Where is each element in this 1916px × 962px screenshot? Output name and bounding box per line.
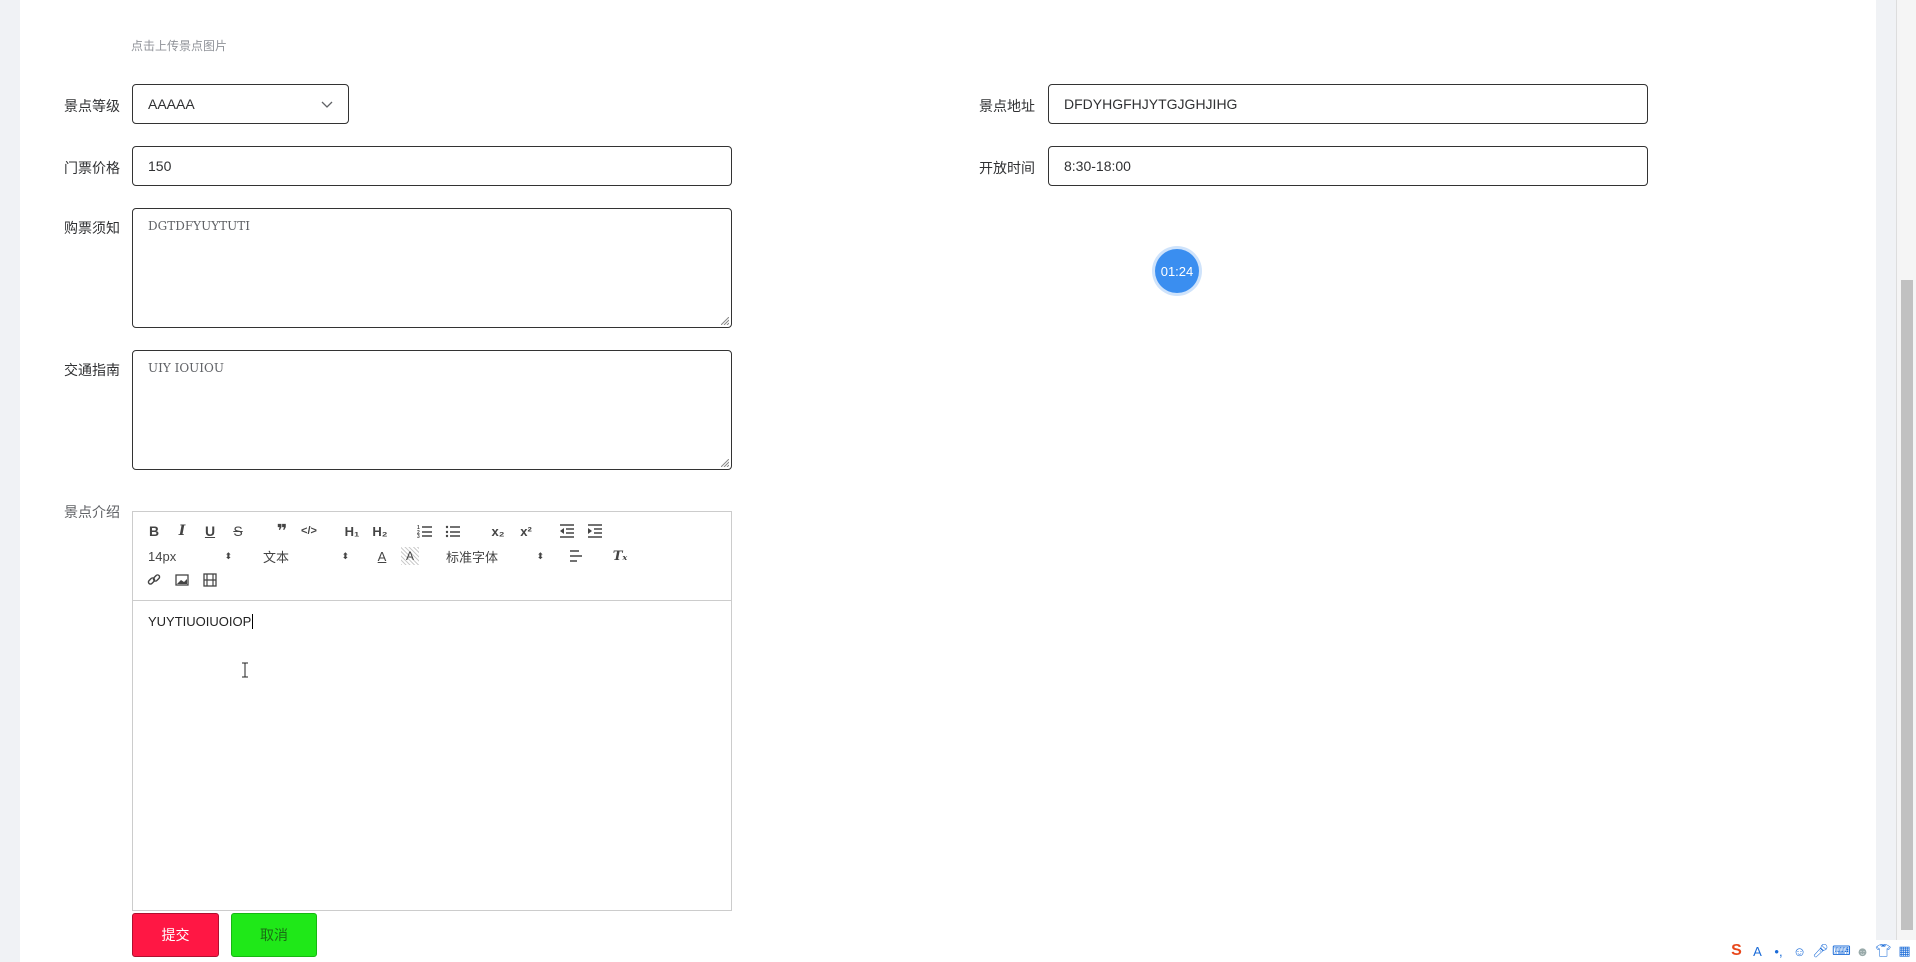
svg-text:3: 3 — [417, 534, 420, 538]
editor-content[interactable]: YUYTIUOIUOIOP — [148, 614, 254, 629]
address-label: 景点地址 — [979, 98, 1035, 114]
resize-handle-icon[interactable] — [721, 317, 729, 325]
level-value: AAAAA — [148, 96, 195, 112]
page-scrollbar[interactable] — [1896, 0, 1916, 962]
italic-icon[interactable]: I — [173, 522, 191, 540]
blockquote-icon[interactable]: ❞ — [273, 521, 291, 541]
traffic-value: UIY IOUIOU — [148, 361, 224, 375]
open-time-value: 8:30-18:00 — [1064, 158, 1131, 174]
form-page: 点击上传景点图片 景点等级 AAAAA 景点地址 DFDYHGFHJYTGJGH… — [20, 0, 1876, 962]
ordered-list-icon[interactable]: 123 — [415, 522, 435, 540]
header-value: 文本 — [263, 549, 290, 565]
ime-grid-icon[interactable]: ▦ — [1897, 943, 1912, 959]
text-cursor — [252, 614, 254, 629]
video-icon[interactable] — [201, 571, 219, 589]
background-color-icon[interactable]: A — [401, 547, 419, 565]
scrollbar-thumb[interactable] — [1901, 280, 1913, 930]
ime-punctuation-icon[interactable]: •, — [1771, 944, 1786, 959]
indent-icon[interactable] — [585, 522, 605, 540]
link-icon[interactable] — [145, 571, 163, 589]
clear-format-icon[interactable]: Tₓ — [611, 547, 629, 565]
select-arrows-icon: ⬍ — [341, 550, 349, 561]
ime-user-icon[interactable]: ☻ — [1855, 944, 1870, 959]
traffic-textarea[interactable]: UIY IOUIOU — [132, 350, 732, 470]
price-input[interactable]: 150 — [132, 146, 732, 186]
superscript-icon[interactable]: x² — [515, 522, 537, 540]
open-time-input[interactable]: 8:30-18:00 — [1048, 146, 1648, 186]
chevron-down-icon — [321, 96, 333, 112]
font-family-select[interactable]: 标准字体 ⬍ — [446, 547, 544, 565]
floating-timer[interactable]: 01:24 — [1155, 249, 1199, 293]
cancel-button[interactable]: 取消 — [231, 913, 317, 957]
upload-hint: 点击上传景点图片 — [131, 39, 228, 53]
submit-button[interactable]: 提交 — [132, 913, 219, 957]
level-select[interactable]: AAAAA — [132, 84, 349, 124]
text-cursor-icon — [242, 662, 248, 678]
level-label: 景点等级 — [64, 98, 120, 114]
editor-text: YUYTIUOIUOIOP — [148, 614, 252, 629]
underline-icon[interactable]: U — [201, 522, 219, 540]
header-select[interactable]: 文本 ⬍ — [263, 547, 349, 565]
price-label: 门票价格 — [64, 160, 120, 176]
address-value: DFDYHGFHJYTGJGHJIHG — [1064, 96, 1238, 112]
price-value: 150 — [148, 158, 172, 174]
traffic-label: 交通指南 — [64, 362, 120, 378]
open-time-label: 开放时间 — [979, 160, 1035, 176]
subscript-icon[interactable]: x₂ — [487, 522, 509, 540]
ime-skin-icon[interactable]: 👕︎ — [1875, 943, 1892, 959]
image-icon[interactable] — [173, 571, 191, 589]
resize-handle-icon[interactable] — [721, 459, 729, 467]
select-arrows-icon: ⬍ — [536, 550, 544, 561]
ime-toolbar: S A •, ☺ 🎤︎ ⌨ ☻ 👕︎ ▦ — [1725, 940, 1916, 962]
intro-label: 景点介绍 — [64, 504, 120, 520]
notice-label: 购票须知 — [64, 220, 120, 236]
code-block-icon[interactable]: </> — [299, 522, 319, 540]
address-input[interactable]: DFDYHGFHJYTGJGHJIHG — [1048, 84, 1648, 124]
align-icon[interactable] — [567, 547, 585, 565]
header1-icon[interactable]: H₁ — [341, 522, 363, 540]
select-arrows-icon: ⬍ — [224, 550, 232, 561]
font-family-value: 标准字体 — [446, 549, 499, 565]
strike-icon[interactable]: S — [229, 522, 247, 540]
font-size-value: 14px — [148, 548, 177, 564]
ime-emoji-icon[interactable]: ☺ — [1792, 944, 1807, 959]
ime-keyboard-icon[interactable]: ⌨ — [1832, 943, 1851, 959]
font-size-select[interactable]: 14px ⬍ — [148, 547, 232, 565]
notice-value: DGTDFYUYTUTI — [148, 219, 250, 233]
text-color-icon[interactable]: A — [373, 547, 391, 565]
ime-microphone-icon[interactable]: 🎤︎ — [1812, 943, 1829, 959]
outdent-icon[interactable] — [557, 522, 577, 540]
rich-text-editor: B I U S ❞ </> H₁ H₂ 123 x₂ x² 14px ⬍ 文本 … — [132, 511, 732, 911]
header2-icon[interactable]: H₂ — [369, 522, 391, 540]
bold-icon[interactable]: B — [145, 522, 163, 540]
notice-textarea[interactable]: DGTDFYUYTUTI — [132, 208, 732, 328]
ime-logo-icon[interactable]: S — [1729, 942, 1744, 959]
bullet-list-icon[interactable] — [443, 522, 463, 540]
editor-toolbar: B I U S ❞ </> H₁ H₂ 123 x₂ x² 14px ⬍ 文本 … — [133, 512, 731, 601]
ime-language-icon[interactable]: A — [1750, 944, 1765, 959]
